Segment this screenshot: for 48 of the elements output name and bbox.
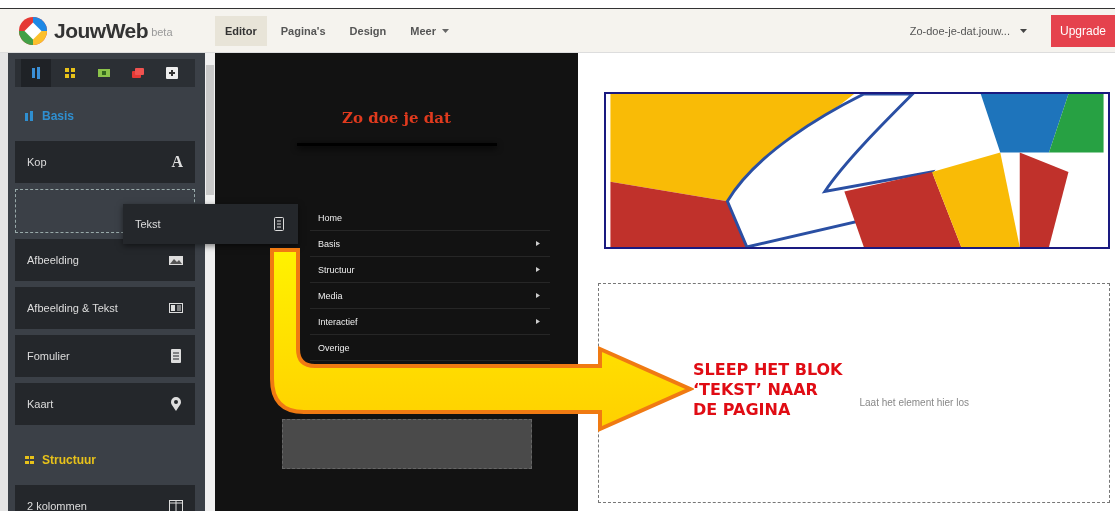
nav-tab[interactable]: Design xyxy=(339,15,397,46)
map-pin-icon xyxy=(169,397,183,411)
cards-icon xyxy=(132,67,144,79)
scrollbar[interactable] xyxy=(205,53,215,511)
beta-label: beta xyxy=(151,25,173,38)
element-block[interactable]: Kop A xyxy=(15,141,195,183)
submenu-arrow-icon xyxy=(536,319,540,324)
caret-icon xyxy=(441,28,449,33)
heading-icon: A xyxy=(171,153,183,171)
nav-tab[interactable]: Meer xyxy=(400,15,459,46)
menu-item[interactable]: Home xyxy=(310,205,550,231)
scroll-thumb[interactable] xyxy=(206,65,214,195)
section-title: Basis xyxy=(42,109,75,123)
grid-icon xyxy=(64,67,76,79)
element-block[interactable]: Kaart xyxy=(15,383,195,425)
menu-item[interactable]: Media xyxy=(310,283,550,309)
element-block[interactable]: Afbeelding & Tekst xyxy=(15,287,195,329)
element-block[interactable]: Fomulier xyxy=(15,335,195,377)
document-icon xyxy=(169,349,183,363)
menu-item[interactable]: Interactief xyxy=(310,309,550,335)
image-text-icon xyxy=(169,301,183,315)
upgrade-button[interactable]: Upgrade xyxy=(1050,14,1115,47)
menu-item[interactable]: Overige xyxy=(310,335,550,361)
bars-icon xyxy=(30,67,42,79)
caret-icon xyxy=(1019,28,1027,33)
logo-text: JouwWeb xyxy=(54,18,149,43)
dragged-block[interactable]: Tekst xyxy=(123,204,298,244)
site-selector[interactable]: Zo-doe-je-dat.jouw... xyxy=(903,23,1033,38)
toolbar-tab[interactable] xyxy=(21,59,51,87)
drop-hint: Laat het element hier los xyxy=(859,396,969,408)
submenu-arrow-icon xyxy=(536,293,540,298)
columns-icon xyxy=(169,499,183,511)
nav-tab[interactable]: Pagina's xyxy=(270,15,336,46)
menu-item[interactable]: Basis xyxy=(310,231,550,257)
element-block[interactable]: 2 kolommen xyxy=(15,485,195,511)
submenu-arrow-icon xyxy=(536,267,540,272)
image-icon xyxy=(98,67,110,79)
annotation-text: SLEEP HET BLOK ‘TEKST’ NAAR DE PAGINA xyxy=(693,360,843,420)
nav-tab[interactable]: Editor xyxy=(215,15,267,46)
image-icon xyxy=(169,253,183,267)
logo-icon xyxy=(18,15,48,46)
document-icon xyxy=(272,217,286,231)
section-title: Structuur xyxy=(42,453,96,467)
plus-icon xyxy=(166,67,178,79)
submenu-arrow-icon xyxy=(536,241,540,246)
menu-item[interactable]: Structuur xyxy=(310,257,550,283)
site-title: Zo doe je dat xyxy=(342,109,451,127)
element-block[interactable]: Afbeelding xyxy=(15,239,195,281)
